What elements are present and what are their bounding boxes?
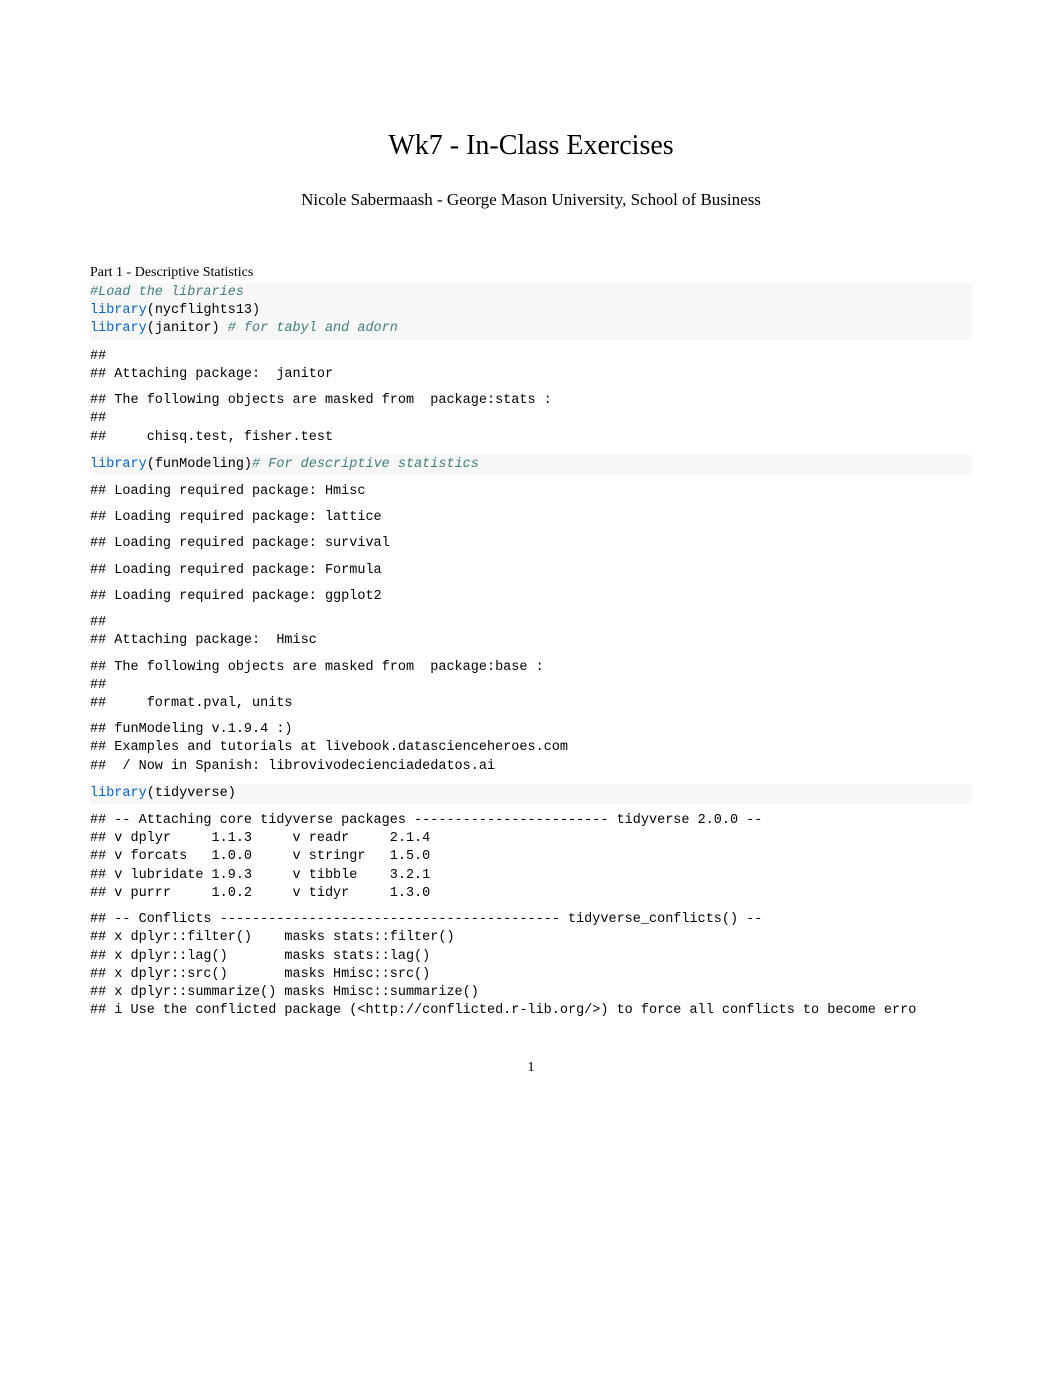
console-output: ## ## Attaching package: janitor [90,348,972,384]
page-subtitle: Nicole Sabermaash - George Mason Univers… [90,190,972,210]
code-comment: # For descriptive statistics [252,457,479,472]
code-comment: #Load the libraries [90,285,244,300]
console-output: ## Loading required package: ggplot2 [90,588,972,606]
code-call: (funModeling) [147,457,252,472]
console-output: ## Loading required package: lattice [90,509,972,527]
code-call: (nycflights13) [147,303,260,318]
code-line: library(janitor) # for tabyl and adorn [90,320,972,338]
console-output: ## Loading required package: Hmisc [90,483,972,501]
console-output: ## The following objects are masked from… [90,392,972,447]
code-block: #Load the libraries library(nycflights13… [90,283,972,340]
console-output: ## -- Attaching core tidyverse packages … [90,812,972,903]
console-output: ## The following objects are masked from… [90,659,972,714]
code-keyword: library [90,303,147,318]
console-output: ## funModeling v.1.9.4 :) ## Examples an… [90,721,972,776]
code-call: (tidyverse) [147,786,236,801]
code-block: library(tidyverse) [90,784,972,804]
console-output: ## -- Conflicts ------------------------… [90,911,972,1020]
code-keyword: library [90,457,147,472]
code-line: library(nycflights13) [90,302,972,320]
console-output: ## ## Attaching package: Hmisc [90,614,972,650]
console-output: ## Loading required package: Formula [90,562,972,580]
code-line: library(tidyverse) [90,785,972,803]
code-comment: # for tabyl and adorn [228,321,398,336]
console-output: ## Loading required package: survival [90,535,972,553]
code-block: library(funModeling)# For descriptive st… [90,455,972,475]
document-page: Wk7 - In-Class Exercises Nicole Sabermaa… [0,0,1062,1116]
page-title: Wk7 - In-Class Exercises [90,130,972,162]
code-keyword: library [90,321,147,336]
code-keyword: library [90,786,147,801]
section-heading: Part 1 - Descriptive Statistics [90,265,972,281]
code-line: library(funModeling)# For descriptive st… [90,456,972,474]
code-line: #Load the libraries [90,284,972,302]
page-number: 1 [90,1060,972,1076]
code-call: (janitor) [147,321,228,336]
